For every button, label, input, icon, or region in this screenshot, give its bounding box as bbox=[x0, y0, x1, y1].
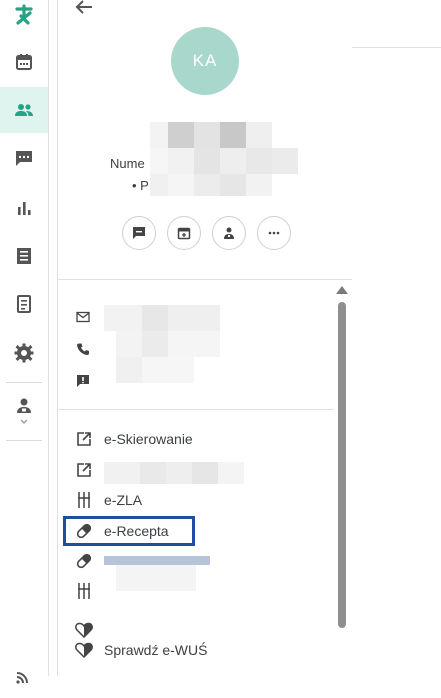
note-icon bbox=[76, 374, 92, 390]
patients-icon[interactable] bbox=[0, 87, 48, 133]
avatar-initials: KA bbox=[192, 51, 218, 70]
mail-icon bbox=[76, 310, 92, 326]
menu-item-redacted-4[interactable] bbox=[74, 619, 104, 641]
assign-doctor-button[interactable] bbox=[212, 216, 246, 250]
menu-item-e-skierowanie[interactable]: e-Skierowanie bbox=[74, 428, 193, 450]
p-label: • P bbox=[132, 178, 149, 193]
menu-item-e-zla[interactable]: e-ZLA bbox=[74, 489, 142, 511]
back-arrow-icon[interactable] bbox=[72, 0, 96, 20]
external-link-icon bbox=[74, 460, 94, 480]
content-area bbox=[352, 0, 441, 676]
nav-rail bbox=[0, 0, 49, 684]
menu-item-e-wus[interactable]: Sprawdź e-WUŚ bbox=[74, 639, 207, 661]
invoice-icon[interactable] bbox=[0, 233, 48, 279]
more-button[interactable] bbox=[257, 216, 291, 250]
heart-icon bbox=[74, 640, 94, 660]
doctor-icon[interactable] bbox=[0, 388, 48, 434]
heart-icon bbox=[74, 620, 94, 640]
signal-icon[interactable] bbox=[0, 652, 48, 698]
menu-item-redacted-1[interactable] bbox=[74, 459, 104, 481]
scroll-up-arrow[interactable] bbox=[336, 286, 348, 294]
pill-icon bbox=[74, 551, 94, 571]
menu-item-label: Sprawdź e-WUŚ bbox=[104, 642, 208, 658]
avatar: KA bbox=[171, 27, 239, 95]
stats-icon[interactable] bbox=[0, 185, 48, 231]
external-link-icon bbox=[74, 429, 94, 449]
add-appointment-button[interactable] bbox=[167, 216, 201, 250]
highlight-box bbox=[63, 516, 195, 546]
chat-icon[interactable] bbox=[0, 135, 48, 181]
zla-icon bbox=[74, 581, 94, 601]
logo-icon[interactable] bbox=[0, 0, 48, 38]
settings-icon[interactable] bbox=[0, 330, 48, 376]
menu-item-redacted-3[interactable] bbox=[74, 580, 104, 602]
scrollbar-thumb[interactable] bbox=[338, 302, 346, 628]
menu-item-label: e-ZLA bbox=[104, 492, 143, 508]
phone-icon bbox=[76, 342, 92, 358]
number-label: Nume bbox=[110, 156, 145, 171]
patient-panel: KA Nume • P e-Skierowanie e-ZLA e-Recept… bbox=[57, 0, 353, 676]
menu-item-redacted-2[interactable] bbox=[74, 550, 104, 572]
quick-actions bbox=[122, 216, 291, 250]
message-button[interactable] bbox=[122, 216, 156, 250]
zla-icon bbox=[74, 490, 94, 510]
menu-item-label: e-Skierowanie bbox=[104, 431, 193, 447]
calendar-icon[interactable] bbox=[0, 39, 48, 85]
document-icon[interactable] bbox=[0, 281, 48, 327]
